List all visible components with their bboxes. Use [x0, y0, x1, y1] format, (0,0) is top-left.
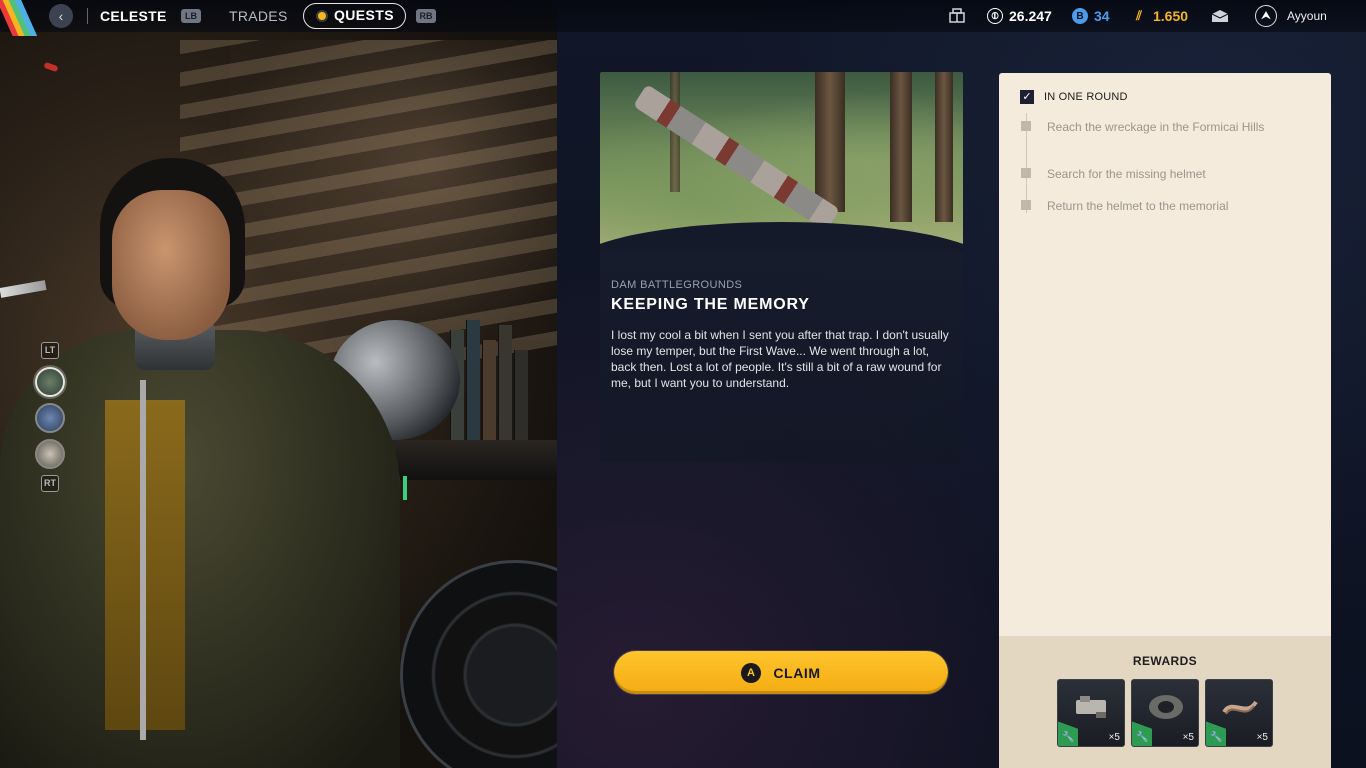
token-counter: B 34 — [1072, 0, 1110, 32]
coins-value: 26.247 — [1009, 8, 1052, 24]
tape-roll-icon — [1149, 695, 1183, 719]
a-button-glyph: A — [741, 662, 762, 683]
character-portrait-scene — [0, 0, 557, 768]
claim-button[interactable]: A CLAIM — [614, 651, 948, 694]
logo-stripes — [0, 0, 48, 36]
objectives-panel: ✓ IN ONE ROUND Reach the wreckage in the… — [999, 73, 1331, 636]
character-thumb[interactable] — [35, 439, 65, 469]
mail-icon — [1211, 10, 1229, 22]
coins-icon: ⦶ — [987, 8, 1003, 24]
rewards-title: REWARDS — [1132, 654, 1198, 668]
quest-title: KEEPING THE MEMORY — [611, 296, 810, 313]
top-navigation-bar: ‹ CELESTE LB TRADES QUESTS RB ⦶ 26.247 B… — [0, 0, 1366, 36]
rt-button-glyph[interactable]: RT — [41, 475, 59, 492]
reward-item[interactable]: 🔧 ×5 — [1205, 679, 1273, 747]
objective-header-label: IN ONE ROUND — [1044, 91, 1128, 103]
objective-checkbox — [1021, 200, 1031, 210]
reward-quantity: ×5 — [1108, 732, 1120, 743]
coins-counter: ⦶ 26.247 — [987, 0, 1052, 32]
raider-tokens-value: 1.650 — [1153, 8, 1189, 24]
username[interactable]: Ayyoun — [1287, 0, 1327, 32]
back-button[interactable]: ‹ — [49, 4, 73, 28]
objective-checkbox — [1021, 168, 1031, 178]
objective-label: Return the helmet to the memorial — [1047, 199, 1229, 213]
token-icon: B — [1072, 8, 1088, 24]
reward-item[interactable]: 🔧 ×5 — [1131, 679, 1199, 747]
red-indicator-light — [43, 61, 59, 73]
rank-icon[interactable]: ⮝ — [1255, 5, 1277, 27]
reward-quantity: ×5 — [1182, 732, 1194, 743]
character-thumb-active[interactable] — [35, 367, 65, 397]
jacket-zipper — [140, 380, 146, 740]
mechanical-part-icon — [1076, 696, 1106, 718]
raider-tokens-counter: ⫽ 1.650 — [1131, 0, 1188, 32]
wreckage-arm — [632, 84, 840, 232]
quest-notification-dot — [318, 12, 326, 20]
inventory-button[interactable] — [948, 0, 966, 32]
radar-gauge — [400, 560, 557, 768]
character-name-tab[interactable]: CELESTE — [100, 0, 167, 32]
token-value: 34 — [1094, 8, 1110, 24]
objective-label: Reach the wreckage in the Formicai Hills — [1047, 120, 1265, 134]
wrench-icon: 🔧 — [1062, 732, 1075, 743]
raider-tokens-icon: ⫽ — [1136, 8, 1142, 23]
rb-button-glyph: RB — [416, 9, 436, 23]
quest-description: I lost my cool a bit when I sent you aft… — [611, 328, 949, 390]
objective-item: Reach the wreckage in the Formicai Hills — [1021, 119, 1267, 135]
bookshelf — [450, 320, 540, 440]
lt-button-glyph[interactable]: LT — [41, 342, 59, 359]
objective-item: Search for the missing helmet — [1021, 166, 1267, 182]
mail-button[interactable] — [1211, 0, 1229, 32]
topbar-divider — [87, 8, 88, 24]
character-face — [112, 190, 230, 340]
claim-button-label: CLAIM — [773, 664, 821, 681]
quest-image — [600, 72, 963, 252]
tab-quests-label: QUESTS — [334, 7, 394, 23]
character-selector: LT RT — [34, 342, 66, 500]
reward-item[interactable]: 🔧 ×5 — [1057, 679, 1125, 747]
quest-details: DAM BATTLEGROUNDS KEEPING THE MEMORY I l… — [600, 252, 963, 462]
wire-cable-icon — [1222, 700, 1258, 715]
wrench-icon: 🔧 — [1136, 732, 1149, 743]
objective-checkbox — [1021, 121, 1031, 131]
objective-header: ✓ IN ONE ROUND — [1020, 90, 1128, 104]
checkbox-checked-icon: ✓ — [1020, 90, 1034, 104]
objective-item: Return the helmet to the memorial — [1021, 198, 1267, 214]
chevron-left-icon: ‹ — [58, 8, 64, 24]
tab-quests[interactable]: QUESTS — [303, 3, 406, 29]
objective-label: Search for the missing helmet — [1047, 167, 1206, 181]
tab-trades[interactable]: TRADES — [229, 0, 288, 32]
character-thumb[interactable] — [35, 403, 65, 433]
inventory-icon — [949, 8, 965, 23]
lb-button-glyph: LB — [181, 9, 201, 23]
wrench-icon: 🔧 — [1210, 732, 1223, 743]
quest-region: DAM BATTLEGROUNDS — [611, 279, 743, 291]
reward-quantity: ×5 — [1256, 732, 1268, 743]
rewards-panel: REWARDS 🔧 ×5 🔧 ×5 🔧 ×5 — [999, 636, 1331, 768]
quest-card: DAM BATTLEGROUNDS KEEPING THE MEMORY I l… — [600, 72, 963, 462]
